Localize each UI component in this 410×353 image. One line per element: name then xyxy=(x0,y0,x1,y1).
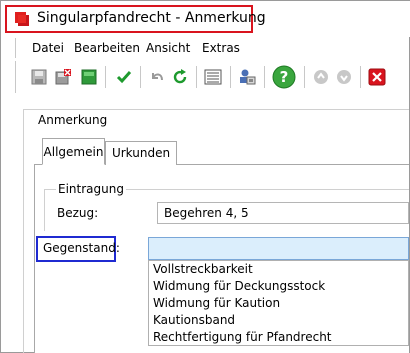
menu-bar: Datei Bearbeiten Ansicht Extras xyxy=(15,38,409,58)
panel-title: Anmerkung xyxy=(38,113,108,127)
bezug-value: Begehren 4, 5 xyxy=(164,206,249,220)
gegenstand-dropdown: Vollstreckbarkeit Widmung für Deckungsst… xyxy=(148,260,409,346)
toolbar-separator xyxy=(360,66,361,88)
dropdown-option[interactable]: Widmung für Deckungsstock xyxy=(149,278,408,295)
toolbar-separator xyxy=(230,66,231,88)
tab-allgemein[interactable]: Allgemein xyxy=(42,138,105,165)
bezug-field[interactable]: Begehren 4, 5 xyxy=(157,202,409,224)
toolbar-separator xyxy=(304,66,305,88)
up-arrow-icon[interactable] xyxy=(310,66,332,88)
tab-urkunden-label: Urkunden xyxy=(111,146,171,160)
title-bar: Singularpfandrecht - Anmerkung xyxy=(1,1,410,37)
toolbar-separator xyxy=(105,66,106,88)
close-icon[interactable] xyxy=(366,66,388,88)
tab-allgemein-label: Allgemein xyxy=(43,145,104,159)
delete-save-icon[interactable] xyxy=(52,66,74,88)
form-icon[interactable] xyxy=(202,66,224,88)
checkmark-icon[interactable] xyxy=(113,66,135,88)
menu-bearbeiten[interactable]: Bearbeiten xyxy=(74,41,140,55)
dropdown-option[interactable]: Kautionsband xyxy=(149,312,408,329)
dropdown-option[interactable]: Rechtfertigung für Pfandrecht xyxy=(149,329,408,346)
dropdown-option[interactable]: Vollstreckbarkeit xyxy=(149,261,408,278)
down-arrow-icon[interactable] xyxy=(333,66,355,88)
toolbar-separator xyxy=(196,66,197,88)
menu-extras[interactable]: Extras xyxy=(202,41,240,55)
menu-ansicht[interactable]: Ansicht xyxy=(146,41,190,55)
help-icon[interactable]: ? xyxy=(271,64,297,90)
toolbar-separator xyxy=(140,66,141,88)
toolbar-separator xyxy=(264,66,265,88)
bezug-label: Bezug: xyxy=(57,206,99,220)
eintragung-group-label: Eintragung xyxy=(56,182,126,196)
tab-urkunden[interactable]: Urkunden xyxy=(105,141,177,165)
save-icon[interactable] xyxy=(28,66,50,88)
gegenstand-input[interactable] xyxy=(148,237,409,260)
dropdown-option[interactable]: Widmung für Kaution xyxy=(149,295,408,312)
app-icon xyxy=(15,12,29,26)
application-window: Singularpfandrecht - Anmerkung Datei Bea… xyxy=(0,0,410,353)
menu-datei[interactable]: Datei xyxy=(32,41,64,55)
user-print-icon[interactable] xyxy=(236,66,258,88)
undo-icon[interactable] xyxy=(146,66,168,88)
refresh-icon[interactable] xyxy=(169,66,191,88)
window-title: Singularpfandrecht - Anmerkung xyxy=(37,10,266,26)
green-square-icon[interactable] xyxy=(78,66,100,88)
svg-text:?: ? xyxy=(280,68,289,86)
toolbar: ? xyxy=(15,61,409,93)
gegenstand-label: Gegenstand: xyxy=(43,241,120,255)
